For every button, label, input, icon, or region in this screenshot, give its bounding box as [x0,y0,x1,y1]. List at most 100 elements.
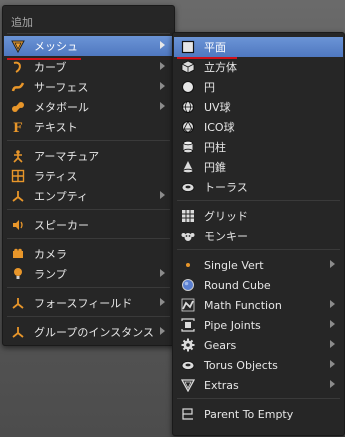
parent-empty-icon [180,406,196,422]
submenu-arrow-icon [160,41,165,49]
plane-icon [180,39,196,55]
menu-item-label: サーフェス [34,81,89,94]
submenu-arrow-icon [160,191,165,199]
menu-item-label: トーラス [204,181,248,194]
menu-item-circle[interactable]: 円 [174,77,343,97]
menu-item-label: 円錐 [204,161,226,174]
gears-icon [180,337,196,353]
menu-item-label: カーブ [34,61,67,74]
separator [7,287,170,288]
menu-item-camera[interactable]: カメラ [4,244,173,264]
separator [7,209,170,210]
menu-item-surface[interactable]: サーフェス [4,77,173,97]
menu-item-label: UV球 [204,101,231,114]
menu-item-speaker[interactable]: スピーカー [4,215,173,235]
lamp-icon [10,266,26,282]
menu-item-armature[interactable]: アーマチュア [4,146,173,166]
menu-item-cube[interactable]: 立方体 [174,57,343,77]
menu-item-label: カメラ [34,248,67,261]
menu-item-label: Math Function [204,298,282,312]
submenu-arrow-icon [160,82,165,90]
menu-item-label: メッシュ [34,40,78,53]
submenu-arrow-icon [160,102,165,110]
cone-icon [180,159,196,175]
grid-icon [180,208,196,224]
submenu-arrow-icon [160,298,165,306]
menu-item-label: モンキー [204,230,248,243]
menu-item-empty[interactable]: エンプティ [4,186,173,206]
pipe-joints-icon [180,317,196,333]
menu-item-lattice[interactable]: ラティス [4,166,173,186]
svg-text:F: F [13,121,23,134]
menu-item-text[interactable]: F テキスト [4,117,173,137]
torus-objects-icon [180,357,196,373]
menu-item-label: スピーカー [34,219,89,232]
curve-icon [10,59,26,75]
menu-item-label: Torus Objects [204,358,278,372]
menu-item-parent-to-empty[interactable]: Parent To Empty [174,404,343,424]
separator [7,316,170,317]
menu-item-lamp[interactable]: ランプ [4,264,173,284]
add-menu: 追加 メッシュ カーブ サーフェス メタボール F テキスト アーマチュア ラテ… [2,5,175,346]
metaball-icon [10,99,26,115]
menu-item-torus[interactable]: トーラス [174,177,343,197]
menu-item-label: 立方体 [204,61,237,74]
menu-item-pipe-joints[interactable]: Pipe Joints [174,315,343,335]
menu-item-label: ラティス [34,170,78,183]
menu-item-extras[interactable]: Extras [174,375,343,395]
menu-item-label: Gears [204,338,237,352]
menu-item-cone[interactable]: 円錐 [174,157,343,177]
title-separator [7,33,170,34]
single-vert-icon [180,257,196,273]
menu-item-single-vert[interactable]: Single Vert [174,255,343,275]
menu-item-math-function[interactable]: Math Function [174,295,343,315]
submenu-arrow-icon [160,327,165,335]
menu-item-metaball[interactable]: メタボール [4,97,173,117]
menu-item-curve[interactable]: カーブ [4,57,173,77]
extras-icon [180,377,196,393]
menu-item-mesh[interactable]: メッシュ [4,36,173,56]
menu-item-label: Pipe Joints [204,318,261,332]
menu-item-group-instance[interactable]: グループのインスタンス [4,322,173,342]
round-cube-icon [180,277,196,293]
menu-item-label: アーマチュア [34,150,100,163]
separator [7,238,170,239]
submenu-arrow-icon [330,340,335,348]
menu-item-plane[interactable]: 平面 [174,37,343,57]
menu-item-label: Extras [204,378,239,392]
menu-item-monkey[interactable]: モンキー [174,226,343,246]
monkey-icon [180,228,196,244]
surface-icon [10,79,26,95]
menu-item-grid[interactable]: グリッド [174,206,343,226]
menu-item-gears[interactable]: Gears [174,335,343,355]
menu-item-ico-sphere[interactable]: ICO球 [174,117,343,137]
menu-item-cylinder[interactable]: 円柱 [174,137,343,157]
submenu-arrow-icon [160,269,165,277]
menu-item-round-cube[interactable]: Round Cube [174,275,343,295]
menu-item-force-field[interactable]: フォースフィールド [4,293,173,313]
menu-item-label: Parent To Empty [204,407,294,421]
empty-axis-icon [10,188,26,204]
torus-icon [180,179,196,195]
menu-item-label: ICO球 [204,121,235,134]
submenu-arrow-icon [330,300,335,308]
menu-title: 追加 [11,16,33,29]
mesh-submenu: 平面 立方体 円 UV球 ICO球 円柱 円錐 トーラス グリッド モンキー S… [172,32,345,436]
menu-item-label: Round Cube [204,278,271,292]
submenu-arrow-icon [330,380,335,388]
menu-item-label: 平面 [204,41,226,54]
mesh-cone-icon [10,38,26,54]
menu-item-label: ランプ [34,268,67,281]
lattice-icon [10,168,26,184]
menu-item-label: 円 [204,81,215,94]
text-f-icon: F [10,119,26,135]
menu-item-label: 円柱 [204,141,226,154]
force-field-icon [10,295,26,311]
separator [7,140,170,141]
submenu-arrow-icon [330,260,335,268]
speaker-icon [10,217,26,233]
menu-item-torus-objects[interactable]: Torus Objects [174,355,343,375]
submenu-arrow-icon [330,360,335,368]
menu-item-label: メタボール [34,101,89,114]
menu-item-uv-sphere[interactable]: UV球 [174,97,343,117]
